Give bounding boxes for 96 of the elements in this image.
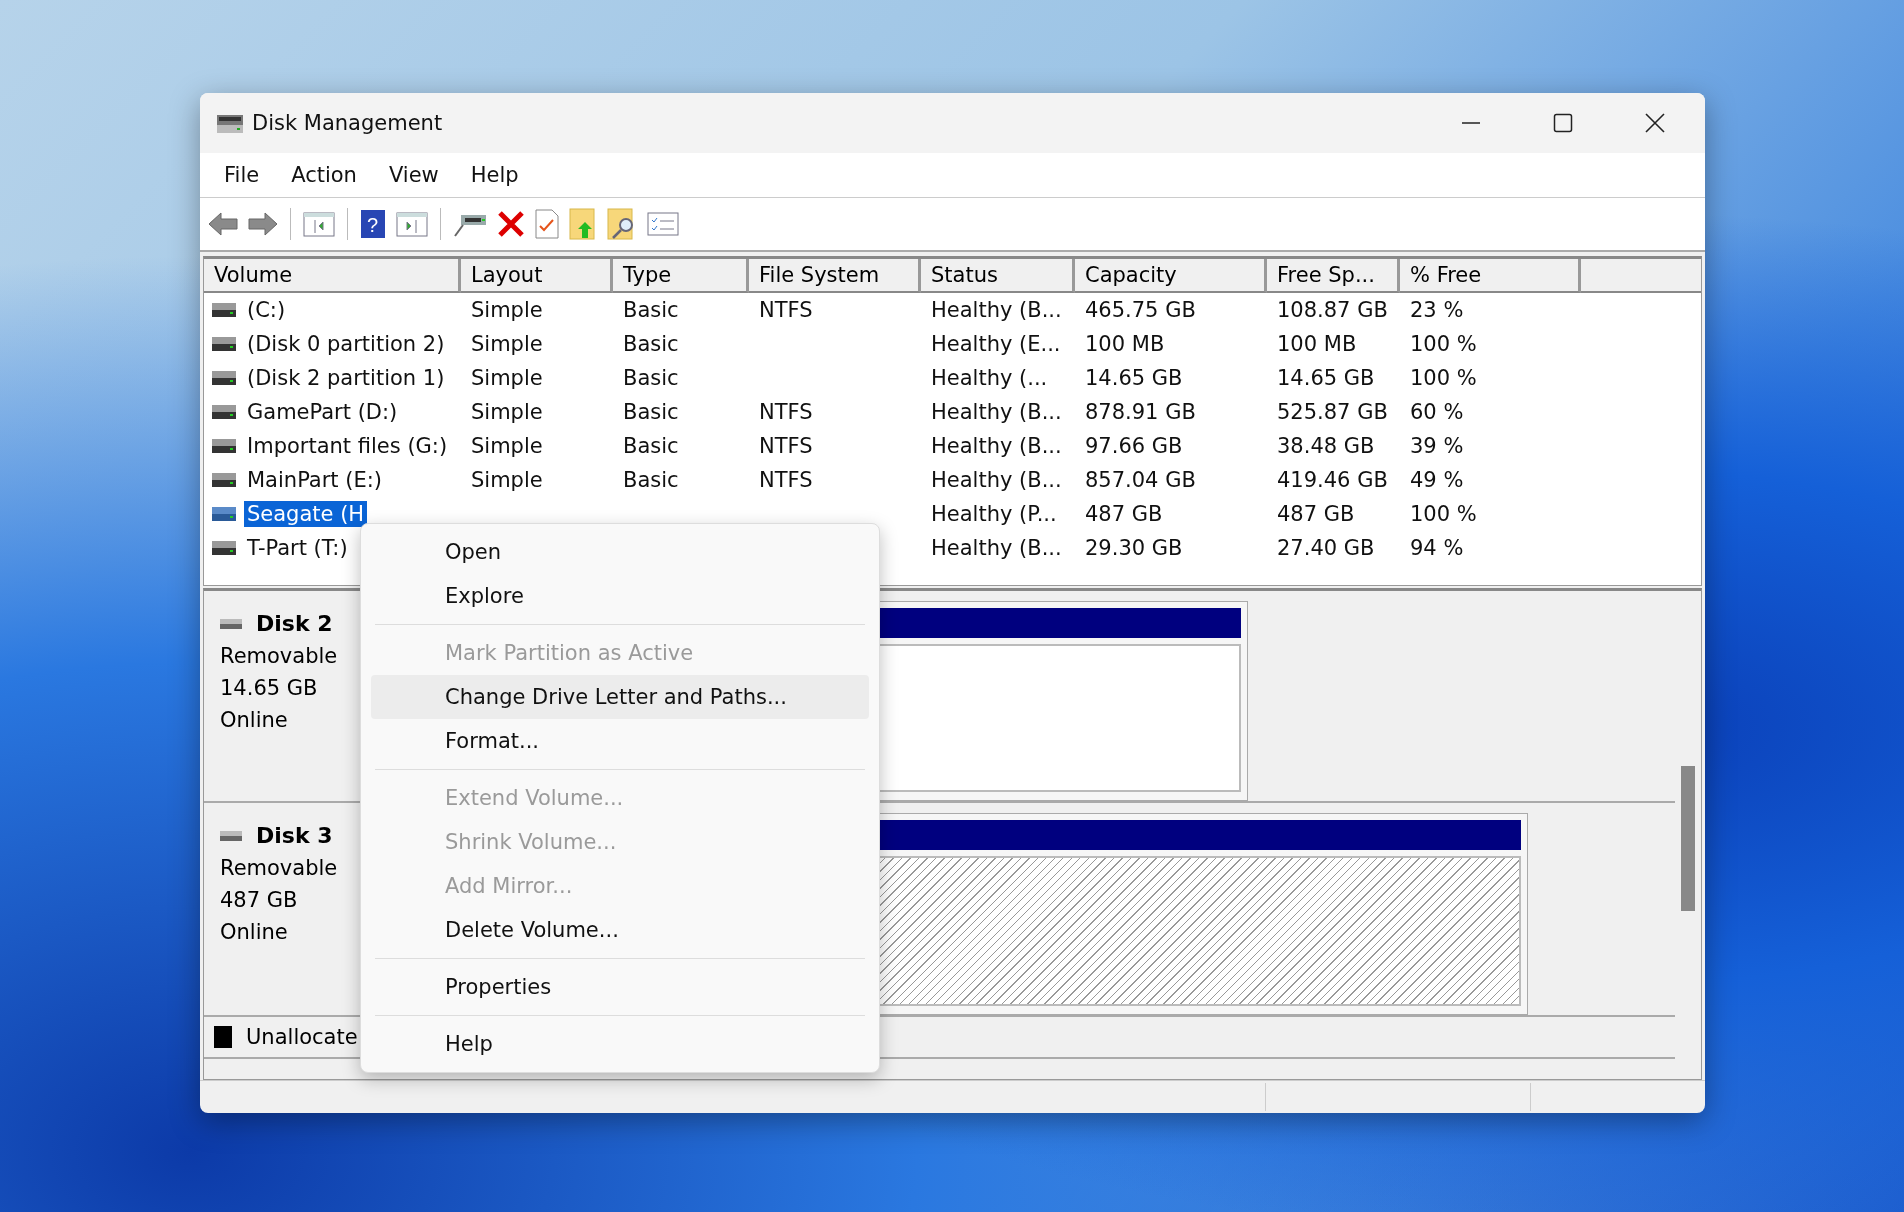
table-cell: 14.65 GB [1277, 366, 1375, 390]
column-header[interactable]: Capacity [1075, 259, 1267, 293]
menu-item[interactable]: Open [371, 530, 869, 574]
close-icon[interactable] [1645, 113, 1665, 133]
menu-item[interactable]: Properties [371, 965, 869, 1009]
table-cell: NTFS [759, 400, 813, 424]
drive-label[interactable]: (Disk 2 partition 1) [244, 365, 448, 391]
disk-size: 14.65 GB [220, 675, 319, 702]
column-header[interactable]: File System [749, 259, 921, 293]
drive-label[interactable]: Important files (G:) [244, 433, 451, 459]
menu-item[interactable]: Help [454, 163, 535, 187]
column-header[interactable]: Free Sp... [1267, 259, 1400, 293]
window-title: Disk Management [252, 111, 443, 135]
column-header[interactable]: Type [613, 259, 749, 293]
table-cell: 29.30 GB [1085, 536, 1183, 560]
table-cell: Healthy (P... [931, 502, 1057, 526]
table-cell: 487 GB [1085, 502, 1163, 526]
column-header[interactable]: Volume [204, 259, 461, 293]
pane-icon[interactable] [303, 211, 335, 237]
disk-type: Removable [220, 643, 339, 670]
checklist-icon[interactable] [647, 211, 679, 237]
scrollbar-thumb[interactable] [1681, 766, 1695, 911]
disk-status: Online [220, 707, 289, 734]
table-cell: Healthy (E... [931, 332, 1061, 356]
disk-status: Online [220, 919, 289, 946]
table-cell: 100 % [1410, 332, 1477, 356]
menu-item[interactable]: Format... [371, 719, 869, 763]
drive-label[interactable]: MainPart (E:) [244, 467, 385, 493]
table-cell: Basic [623, 468, 679, 492]
menu-item[interactable]: Explore [371, 574, 869, 618]
drive-label[interactable]: GamePart (D:) [244, 399, 401, 425]
table-cell: Basic [623, 400, 679, 424]
table-cell: NTFS [759, 434, 813, 458]
drive-label[interactable]: (Disk 0 partition 2) [244, 331, 448, 357]
table-cell: 100 MB [1085, 332, 1165, 356]
table-cell: Basic [623, 332, 679, 356]
table-cell: 419.46 GB [1277, 468, 1388, 492]
menu-item[interactable]: File [208, 163, 276, 187]
table-cell: Simple [471, 298, 543, 322]
table-cell: Simple [471, 366, 543, 390]
table-cell: Simple [471, 332, 543, 356]
table-cell: 465.75 GB [1085, 298, 1196, 322]
table-cell: 525.87 GB [1277, 400, 1388, 424]
disk-size: 487 GB [220, 887, 299, 914]
table-cell: 100 % [1410, 366, 1477, 390]
menu-item[interactable]: Help [371, 1022, 869, 1066]
drive-label[interactable]: (C:) [244, 297, 289, 323]
table-cell: Basic [623, 298, 679, 322]
table-cell: NTFS [759, 298, 813, 322]
menu-item[interactable]: View [372, 163, 455, 187]
table-cell: 487 GB [1277, 502, 1355, 526]
table-cell: NTFS [759, 468, 813, 492]
delete-icon[interactable] [497, 210, 525, 238]
table-cell: Healthy (B... [931, 468, 1062, 492]
table-cell: Healthy (B... [931, 400, 1062, 424]
legend-label: Unallocate [246, 1025, 358, 1049]
table-cell: 14.65 GB [1085, 366, 1183, 390]
disk-type: Removable [220, 855, 339, 882]
document-check-icon[interactable] [535, 209, 559, 239]
table-cell: 60 % [1410, 400, 1464, 424]
table-cell: 100 % [1410, 502, 1477, 526]
table-cell: Basic [623, 434, 679, 458]
table-cell: Healthy (B... [931, 536, 1062, 560]
table-cell: 857.04 GB [1085, 468, 1196, 492]
table-cell: 49 % [1410, 468, 1464, 492]
pane-icon[interactable] [396, 211, 428, 237]
column-header[interactable]: % Free [1400, 259, 1581, 293]
menu-item[interactable]: Delete Volume... [371, 908, 869, 952]
back-arrow-icon[interactable] [208, 211, 238, 237]
table-cell: 38.48 GB [1277, 434, 1375, 458]
table-cell: 23 % [1410, 298, 1464, 322]
drive-label[interactable]: Seagate (H [244, 501, 368, 527]
maximize-icon[interactable] [1553, 113, 1573, 133]
table-cell: 94 % [1410, 536, 1464, 560]
table-cell: Basic [623, 366, 679, 390]
column-header[interactable]: Layout [461, 259, 613, 293]
table-cell: Healthy (B... [931, 434, 1062, 458]
table-cell: Simple [471, 468, 543, 492]
table-cell: 97.66 GB [1085, 434, 1183, 458]
help-icon[interactable]: ? [360, 209, 386, 239]
table-cell: 27.40 GB [1277, 536, 1375, 560]
table-cell: 108.87 GB [1277, 298, 1388, 322]
menu-item[interactable]: Change Drive Letter and Paths... [371, 675, 869, 719]
forward-arrow-icon[interactable] [248, 211, 278, 237]
table-cell: 878.91 GB [1085, 400, 1196, 424]
table-cell: 39 % [1410, 434, 1464, 458]
disk-name: Disk 2 [256, 611, 333, 636]
table-cell: 100 MB [1277, 332, 1357, 356]
menu-item[interactable]: Action [275, 163, 373, 187]
table-cell: Healthy (... [931, 366, 1048, 390]
column-header[interactable]: Status [921, 259, 1075, 293]
table-cell: Simple [471, 400, 543, 424]
disk-name: Disk 3 [256, 823, 333, 848]
table-cell: Healthy (B... [931, 298, 1062, 322]
drive-label[interactable]: T-Part (T:) [244, 535, 351, 561]
table-cell: Simple [471, 434, 543, 458]
